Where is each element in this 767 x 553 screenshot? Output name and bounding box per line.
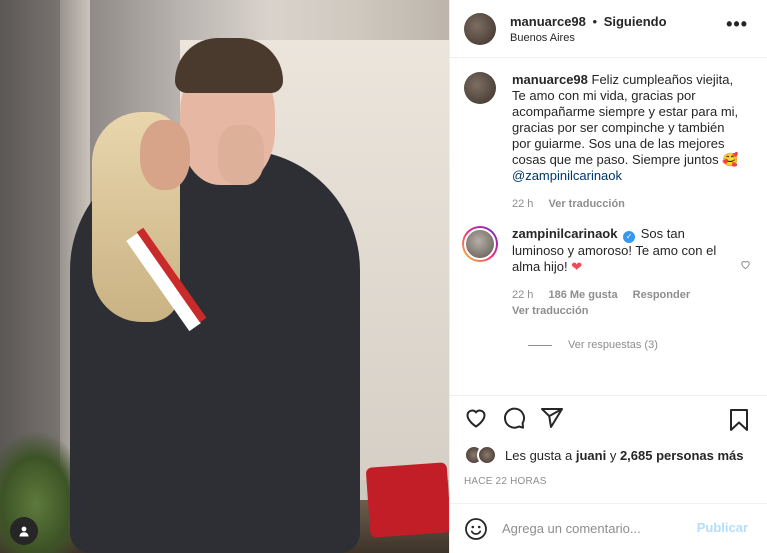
action-bar [450,395,767,439]
caption-mention[interactable]: @zampinilcarinaok [512,168,622,183]
comment-icon[interactable] [502,406,526,430]
comment-input[interactable] [502,521,692,536]
reply-comment: zampinilcarinaok ✓ Sos tan luminoso y am… [462,226,754,317]
reply-translate-row: Ver traducción [512,305,722,317]
person-tag-icon[interactable] [10,517,38,545]
post-header-line: manuarce98 • Siguiendo [510,14,667,30]
caption-text: manuarce98 Feliz cumpleaños viejita, Te … [512,72,742,184]
view-replies-dash [528,344,552,346]
photo-hand [218,125,264,185]
comments-section: manuarce98 Feliz cumpleaños viejita, Te … [450,58,767,391]
photo-woman-face [140,120,190,190]
post-header-meta: manuarce98 • Siguiendo Buenos Aires [510,14,667,44]
view-replies-button[interactable]: Ver respuestas (3) [528,339,754,351]
emoji-icon[interactable] [464,517,488,541]
caption-username[interactable]: manuarce98 [512,72,588,87]
post-username[interactable]: manuarce98 [510,14,586,29]
publish-button[interactable]: Publicar [697,520,748,535]
avatar[interactable] [464,72,496,104]
verified-badge-icon: ✓ [623,231,636,243]
post-side-panel: manuarce98 • Siguiendo Buenos Aires ••• … [449,0,767,553]
likes-user[interactable]: juani [576,448,606,463]
likes-text: Les gusta a juani y 2,685 personas más [505,448,744,463]
share-icon[interactable] [540,406,564,430]
photo-red-pillow [365,462,449,538]
post-header: manuarce98 • Siguiendo Buenos Aires ••• [450,0,767,58]
caption-translate-link[interactable]: Ver traducción [548,198,624,210]
reply-button[interactable]: Responder [633,289,690,301]
avatar[interactable] [464,12,496,45]
likes-prefix: Les gusta a [505,447,573,463]
post-timestamp[interactable]: HACE 22 HORAS [464,476,547,487]
reply-username[interactable]: zampinilcarinaok [512,226,617,241]
heart-icon[interactable] [464,406,488,430]
view-replies-label: Ver respuestas (3) [568,339,658,351]
reply-text: zampinilcarinaok ✓ Sos tan luminoso y am… [512,226,722,275]
following-button[interactable]: Siguiendo [604,14,667,29]
caption-comment: manuarce98 Feliz cumpleaños viejita, Te … [464,72,754,210]
heart-icon[interactable] [740,258,751,273]
likes-others[interactable]: 2,685 personas más [620,448,744,463]
red-heart-emoji: ❤ [571,259,583,274]
reply-meta: 22 h 186 Me gusta Responder [512,289,722,301]
reply-likes-count[interactable]: 186 Me gusta [548,289,617,301]
reply-body: zampinilcarinaok ✓ Sos tan luminoso y am… [512,226,722,317]
likes-summary[interactable]: Les gusta a juani y 2,685 personas más [464,445,744,465]
avatar [464,228,496,260]
caption-time[interactable]: 22 h [512,198,533,210]
bookmark-icon[interactable] [728,408,750,435]
likes-conj: y [609,447,617,463]
post-location[interactable]: Buenos Aires [510,32,667,44]
post-photo[interactable] [0,0,449,553]
reply-time[interactable]: 22 h [512,289,533,301]
reply-translate-link[interactable]: Ver traducción [512,305,588,317]
caption-meta: 22 h Ver traducción [512,198,742,210]
story-avatar[interactable] [462,226,498,262]
add-comment-bar: Publicar [450,503,767,553]
avatar [477,445,497,465]
caption-body: manuarce98 Feliz cumpleaños viejita, Te … [512,72,742,210]
more-options-icon[interactable]: ••• [726,14,748,35]
separator-dot: • [592,13,598,29]
